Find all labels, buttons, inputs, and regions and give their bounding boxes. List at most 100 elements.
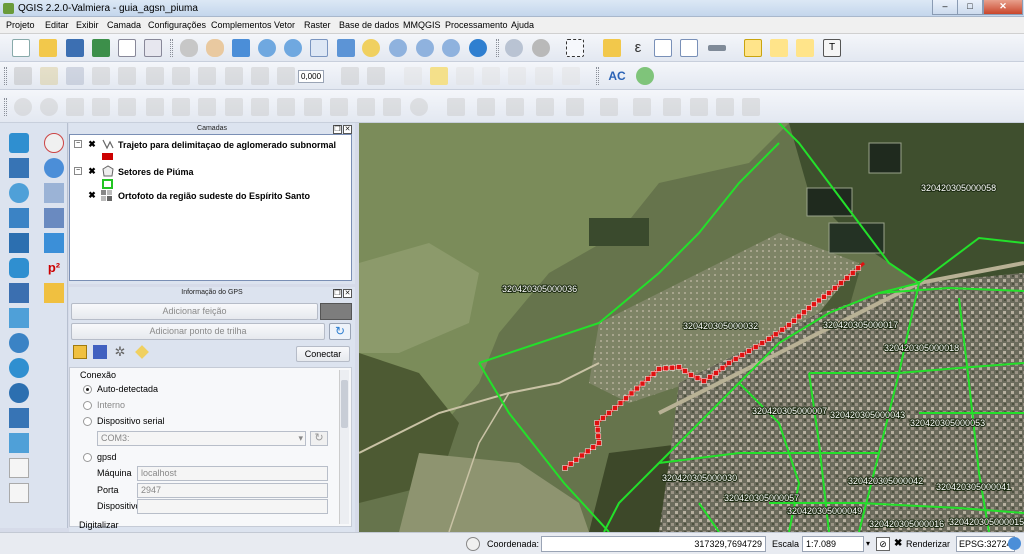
menu-ajuda[interactable]: Ajuda <box>511 20 534 30</box>
deselect-icon[interactable] <box>603 39 621 57</box>
minimize-button[interactable]: – <box>932 0 958 15</box>
zoom-native-icon[interactable] <box>310 39 328 57</box>
delete-part-icon[interactable] <box>225 98 243 116</box>
map-tips-icon[interactable] <box>744 39 762 57</box>
node-tool-icon[interactable] <box>146 67 164 85</box>
composer-manager-icon[interactable] <box>144 39 162 57</box>
undo-icon[interactable] <box>14 98 32 116</box>
simplify-feature-icon[interactable] <box>92 98 110 116</box>
coordinate-field[interactable]: 317329,7694729 <box>541 536 766 552</box>
digitize-copy-icon[interactable] <box>600 98 618 116</box>
save-project-icon[interactable] <box>66 39 84 57</box>
close-button[interactable]: ✕ <box>983 0 1023 15</box>
digitize-extend-icon[interactable] <box>742 98 760 116</box>
digitize-select-icon[interactable] <box>506 98 524 116</box>
close-panel-icon[interactable]: ✕ <box>343 125 352 134</box>
autocorrect-icon[interactable]: AC <box>608 67 626 85</box>
menu-mmqgis[interactable]: MMQGIS <box>403 20 441 30</box>
menu-base-de-dados[interactable]: Base de dados <box>339 20 399 30</box>
zoom-in-icon[interactable] <box>258 39 276 57</box>
layer-visibility-checkbox[interactable]: ✖ <box>88 191 96 200</box>
render-checkbox[interactable]: ✖ <box>894 538 905 549</box>
label-pin-icon[interactable] <box>404 67 422 85</box>
digitize-shape-icon[interactable] <box>690 98 708 116</box>
port-field[interactable]: 2947 <box>137 483 328 498</box>
gps-options-tab-icon[interactable] <box>135 345 149 359</box>
rotate-symbols-icon[interactable] <box>383 98 401 116</box>
label-rotate-icon[interactable] <box>482 67 500 85</box>
messages-icon[interactable] <box>466 537 480 551</box>
move-feature-icon[interactable] <box>118 67 136 85</box>
spatial-query-icon[interactable] <box>44 283 64 303</box>
plugin-locate-icon[interactable] <box>636 67 654 85</box>
layer-tree[interactable]: − ✖ Trajeto para delimitaçao de aglomera… <box>69 134 352 281</box>
zoom-to-layer-icon[interactable] <box>389 39 407 57</box>
digitize-table-icon[interactable] <box>477 98 495 116</box>
layer-expander[interactable]: − <box>74 140 82 148</box>
scale-field[interactable]: 1:7.089 <box>802 536 864 552</box>
gps-satellites-tab-icon[interactable]: ✲ <box>113 345 127 359</box>
device-field[interactable] <box>137 499 328 514</box>
touch-icon[interactable] <box>180 39 198 57</box>
digitize-grid-icon[interactable] <box>447 98 465 116</box>
layer-visibility-checkbox[interactable]: ✖ <box>88 167 96 176</box>
reshape-icon[interactable] <box>251 98 269 116</box>
digitize-move-icon[interactable] <box>536 98 554 116</box>
menu-exibir[interactable]: Exibir <box>76 20 99 30</box>
new-spatialite-icon[interactable] <box>9 433 29 453</box>
layer-name[interactable]: Setores de Piúma <box>118 167 194 177</box>
select-features-icon[interactable] <box>566 39 584 57</box>
add-track-point-button[interactable]: Adicionar ponto de trilha <box>71 323 325 340</box>
autodetect-radio[interactable] <box>83 385 92 394</box>
expression-select-icon[interactable]: ε <box>629 39 647 57</box>
add-feature-button[interactable]: Adicionar feição <box>71 303 318 320</box>
paste-icon[interactable] <box>251 67 269 85</box>
pan-to-selection-icon[interactable] <box>232 39 250 57</box>
delete-selected-icon[interactable] <box>172 67 190 85</box>
simplify-tolerance-input[interactable]: 0,000 <box>298 70 324 83</box>
delete-ring-icon[interactable] <box>198 98 216 116</box>
action-gear-icon[interactable] <box>532 39 550 57</box>
label-change-icon[interactable] <box>535 67 553 85</box>
identify-icon[interactable] <box>505 39 523 57</box>
attribute-table-icon[interactable] <box>654 39 672 57</box>
zoom-next-icon[interactable] <box>442 39 460 57</box>
circular-string-icon[interactable] <box>410 98 428 116</box>
menu-complementos[interactable]: Complementos <box>211 20 272 30</box>
text-annotation-icon[interactable]: T <box>823 39 841 57</box>
redo-icon[interactable] <box>40 98 58 116</box>
layer-name[interactable]: Trajeto para delimitaçao de aglomerado s… <box>118 140 336 150</box>
new-print-composer-icon[interactable] <box>118 39 136 57</box>
rotate-icon[interactable] <box>277 67 295 85</box>
close-panel-icon[interactable]: ✕ <box>343 289 352 298</box>
digitize-split-icon[interactable] <box>716 98 734 116</box>
digitize-rotate-icon[interactable] <box>566 98 584 116</box>
new-temp-layer-icon[interactable] <box>9 483 29 503</box>
menu-configuracoes[interactable]: Configurações <box>148 20 206 30</box>
split-parts-icon[interactable] <box>304 98 322 116</box>
raster-terrain-icon[interactable] <box>44 233 64 253</box>
refresh-ports-icon[interactable]: ↻ <box>310 431 328 446</box>
measure-icon[interactable] <box>708 45 726 51</box>
save-as-icon[interactable] <box>92 39 110 57</box>
map-canvas[interactable]: 320420305000058 320420305000036 32042030… <box>359 123 1024 532</box>
zoom-out-icon[interactable] <box>284 39 302 57</box>
crs-status-button[interactable]: EPSG:32724 <box>956 536 1015 552</box>
coordinate-capture-icon[interactable] <box>44 133 64 153</box>
chevron-down-icon[interactable]: ▾ <box>866 537 874 551</box>
current-edits-icon[interactable] <box>14 67 32 85</box>
label-highlight-icon[interactable] <box>430 67 448 85</box>
pan-hand-icon[interactable] <box>206 39 224 57</box>
menu-vetor[interactable]: Vetor <box>274 20 295 30</box>
digitize-paste-icon[interactable] <box>633 98 651 116</box>
layer-visibility-checkbox[interactable]: ✖ <box>88 140 96 149</box>
rotate-feature-icon[interactable] <box>66 98 84 116</box>
simplify-icon[interactable] <box>341 67 359 85</box>
stop-render-icon[interactable]: ⊘ <box>876 537 890 551</box>
gps-tools-icon[interactable] <box>44 158 64 178</box>
heatmap-icon[interactable] <box>44 208 64 228</box>
add-part-icon[interactable] <box>146 98 164 116</box>
float-panel-icon[interactable]: ❐ <box>333 125 342 134</box>
field-calculator-icon[interactable] <box>680 39 698 57</box>
add-oracle-layer-icon[interactable] <box>9 258 29 278</box>
